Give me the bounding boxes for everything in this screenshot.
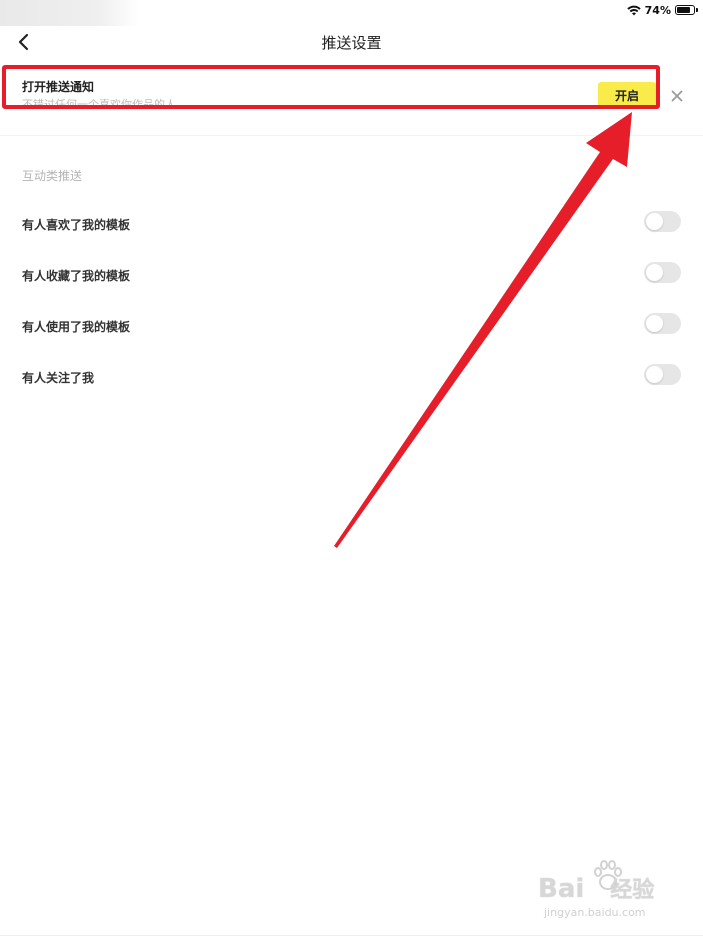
status-indicators: 74% <box>626 2 698 18</box>
status-bar: 74% <box>0 0 703 26</box>
battery-percent: 74% <box>644 3 671 17</box>
section-header: 互动类推送 <box>22 169 83 183</box>
setting-label: 有人喜欢了我的模板 <box>22 218 131 232</box>
page-title: 推送设置 <box>321 34 382 52</box>
nav-bar: 推送设置 <box>0 26 703 58</box>
setting-row-liked-template: 有人喜欢了我的模板 <box>0 210 703 240</box>
favorited-template-toggle[interactable] <box>644 262 681 283</box>
toggle-knob <box>646 213 663 230</box>
toggle-knob <box>646 315 663 332</box>
setting-row-used-template: 有人使用了我的模板 <box>0 312 703 342</box>
setting-row-favorited-template: 有人收藏了我的模板 <box>0 261 703 291</box>
setting-row-followed-me: 有人关注了我 <box>0 363 703 393</box>
push-settings-page: 74% 推送设置 打开推送通知 不错过任何一个喜欢你作品的人 开启 互动类推送 … <box>0 0 703 938</box>
toggle-knob <box>646 366 663 383</box>
annotation-arrow <box>334 112 632 548</box>
bottom-divider <box>0 935 703 936</box>
used-template-toggle[interactable] <box>644 313 681 334</box>
baidu-jingyan-watermark: Bai 经验 jingyan.baidu.com <box>538 858 688 928</box>
followed-me-toggle[interactable] <box>644 364 681 385</box>
battery-icon <box>675 5 698 15</box>
watermark-logo-text: Bai 经验 <box>538 874 655 904</box>
setting-label: 有人使用了我的模板 <box>22 320 131 334</box>
banner-title: 打开推送通知 <box>22 80 95 94</box>
status-bar-blurred-area <box>0 0 140 26</box>
enable-push-button[interactable]: 开启 <box>598 82 656 108</box>
wifi-icon <box>626 5 641 16</box>
watermark-url: jingyan.baidu.com <box>544 906 646 919</box>
banner-subtitle: 不错过任何一个喜欢你作品的人 <box>22 98 176 108</box>
close-icon[interactable] <box>670 88 684 102</box>
setting-label: 有人收藏了我的模板 <box>22 269 131 283</box>
toggle-knob <box>646 264 663 281</box>
liked-template-toggle[interactable] <box>644 211 681 232</box>
push-notification-banner: 打开推送通知 不错过任何一个喜欢你作品的人 开启 <box>0 62 703 136</box>
setting-label: 有人关注了我 <box>22 371 95 385</box>
